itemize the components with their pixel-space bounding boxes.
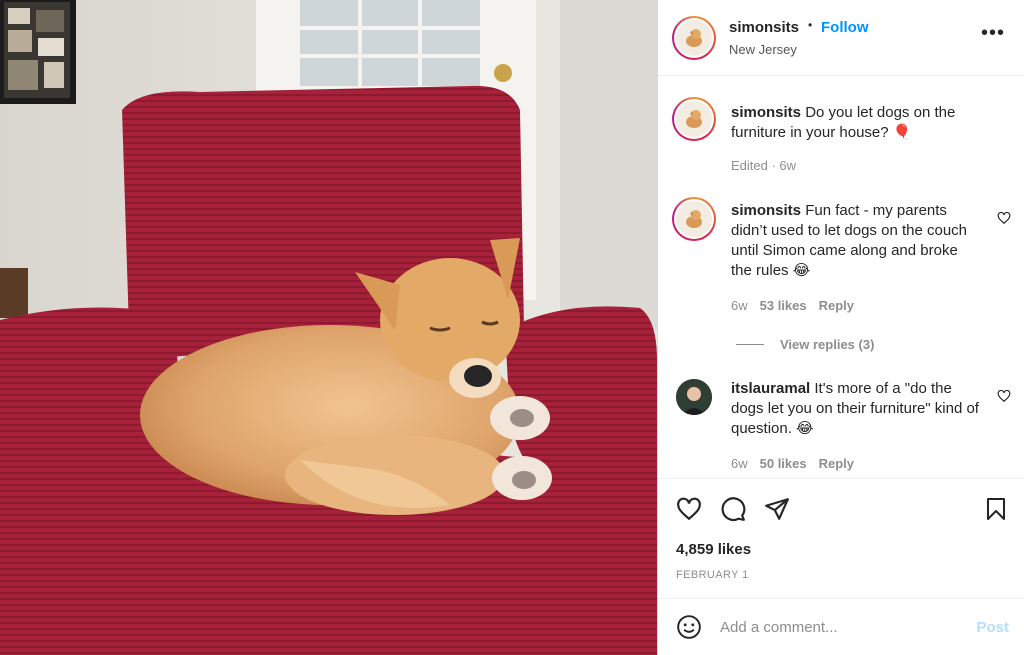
comment-username[interactable]: simonsits <box>731 104 801 121</box>
share-icon <box>765 498 789 520</box>
reply-button[interactable]: Reply <box>819 298 854 313</box>
location-link[interactable]: New Jersey <box>729 42 797 57</box>
reply-button[interactable]: Reply <box>819 456 854 471</box>
comments-list[interactable]: simonsits Do you let dogs on the furnitu… <box>658 77 1024 477</box>
edited-timestamp: Edited · 6w <box>731 158 797 173</box>
comment-likes[interactable]: 50 likes <box>760 456 807 471</box>
likes-count[interactable]: 4,859 likes <box>676 541 751 558</box>
follow-button[interactable]: Follow <box>821 19 869 36</box>
add-comment-bar: Post <box>658 598 1024 655</box>
post-header: simonsits • Follow New Jersey ••• <box>658 0 1024 76</box>
comment-time: 6w <box>731 456 748 471</box>
comment-likes[interactable]: 53 likes <box>760 298 807 313</box>
dog-avatar-icon <box>676 101 712 137</box>
post-modal: simonsits • Follow New Jersey ••• simons… <box>0 0 1024 655</box>
heart-icon <box>997 211 1011 225</box>
view-replies-button[interactable]: View replies (3) <box>736 337 874 352</box>
avatar[interactable] <box>672 197 716 241</box>
post-actions: 4,859 likes FEBRUARY 1 <box>658 478 1024 598</box>
comment-icon <box>721 497 746 522</box>
save-button[interactable] <box>984 496 1008 527</box>
emoji-button[interactable] <box>676 614 702 645</box>
person-avatar-icon <box>676 379 712 415</box>
avatar[interactable] <box>676 379 712 415</box>
avatar[interactable] <box>672 97 716 141</box>
comment-meta: 6w 50 likes Reply <box>731 456 854 471</box>
heart-icon <box>997 389 1011 403</box>
replies-divider <box>736 344 764 345</box>
share-button[interactable] <box>764 496 790 527</box>
comment-username[interactable]: itslauramal <box>731 380 810 397</box>
more-options-button[interactable]: ••• <box>981 23 1005 43</box>
bookmark-icon <box>987 498 1005 520</box>
dog-avatar-icon <box>676 201 712 237</box>
comment-meta: Edited · 6w <box>731 158 796 173</box>
comment-body: simonsits Fun fact - my parents didn’t u… <box>731 201 981 281</box>
comment-input[interactable] <box>720 613 960 641</box>
post-date: FEBRUARY 1 <box>676 569 749 581</box>
like-comment-button[interactable] <box>997 211 1011 230</box>
header-username[interactable]: simonsits <box>729 19 799 36</box>
dog-on-red-armchair-image <box>0 0 657 655</box>
post-side-panel: simonsits • Follow New Jersey ••• simons… <box>657 0 1024 655</box>
avatar[interactable] <box>672 16 716 60</box>
dog-avatar-icon <box>676 20 712 56</box>
comment-time: 6w <box>731 298 748 313</box>
comment-username[interactable]: simonsits <box>731 202 801 219</box>
post-photo[interactable] <box>0 0 657 655</box>
post-comment-button[interactable]: Post <box>976 619 1009 636</box>
view-replies-label: View replies (3) <box>780 337 875 352</box>
header-separator: • <box>808 18 813 32</box>
emoji-icon <box>677 615 701 639</box>
comment-body: simonsits Do you let dogs on the furnitu… <box>731 103 981 143</box>
comment-meta: 6w 53 likes Reply <box>731 298 854 313</box>
like-comment-button[interactable] <box>997 389 1011 408</box>
more-icon: ••• <box>980 22 1005 44</box>
comment-body: itslauramal It's more of a "do the dogs … <box>731 379 981 439</box>
like-button[interactable] <box>676 496 702 527</box>
heart-icon <box>677 497 701 521</box>
comment-button[interactable] <box>720 496 746 527</box>
